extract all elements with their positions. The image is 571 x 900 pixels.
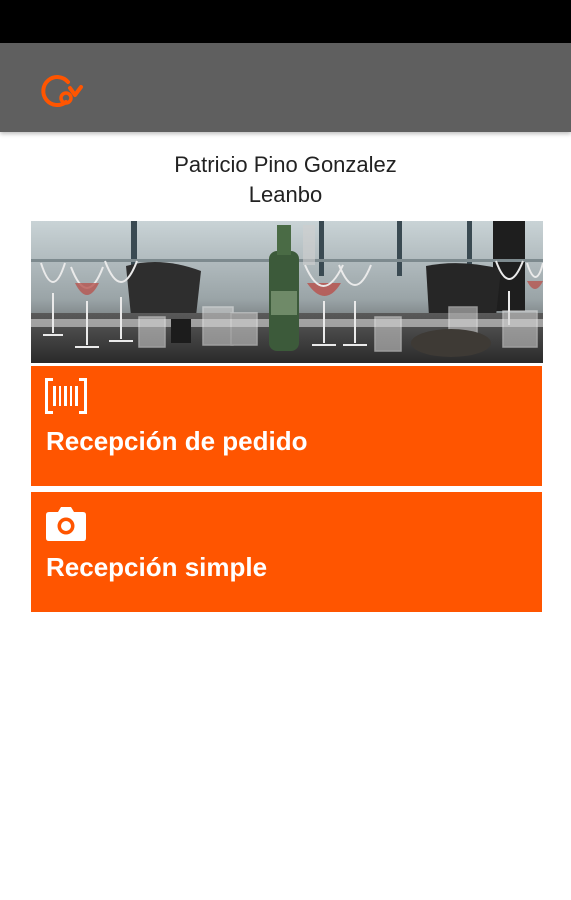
user-name: Patricio Pino Gonzalez	[174, 152, 397, 177]
simple-reception-button[interactable]: Recepción simple	[31, 492, 542, 612]
order-reception-button[interactable]: Recepción de pedido	[31, 366, 542, 486]
refresh-logo-icon[interactable]	[34, 73, 84, 111]
company-name: Leanbo	[248, 182, 323, 207]
restaurant-banner-image	[31, 221, 543, 363]
simple-reception-label: Recepción simple	[46, 552, 268, 582]
user-info: Patricio Pino Gonzalez Leanbo	[0, 150, 571, 210]
app-bar	[0, 43, 571, 132]
order-reception-label: Recepción de pedido	[46, 426, 308, 456]
camera-icon	[46, 507, 86, 541]
status-bar	[0, 0, 571, 43]
barcode-icon	[45, 378, 87, 414]
